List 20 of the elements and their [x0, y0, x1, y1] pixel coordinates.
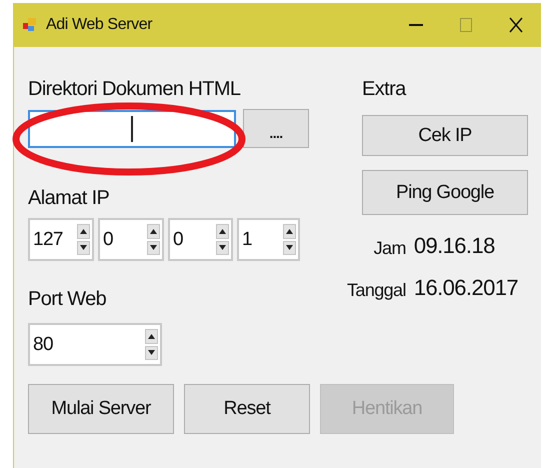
ip-spinner[interactable]: 0: [98, 218, 164, 261]
action-button[interactable]: Ping Google: [362, 170, 528, 215]
field-label: Direktori Dokumen HTML: [28, 77, 242, 101]
date-value: 16.06.2017: [414, 275, 519, 301]
browse-button[interactable]: ....: [243, 109, 309, 148]
field-label: Alamat IP: [28, 186, 110, 210]
field-label: Port Web: [28, 287, 108, 311]
time-label: Jam: [374, 238, 406, 259]
action-button[interactable]: Reset: [184, 384, 310, 434]
app-icon: [22, 17, 38, 33]
port-spinner[interactable]: 80: [28, 323, 162, 366]
ip-spinner[interactable]: 0: [168, 218, 233, 261]
ip-spinner[interactable]: 127: [28, 218, 94, 261]
window-title: Adi Web Server: [46, 16, 152, 34]
action-button[interactable]: Cek IP: [362, 115, 528, 156]
action-button[interactable]: Mulai Server: [28, 384, 174, 434]
section-label: Extra: [362, 77, 408, 101]
date-label: Tanggal: [347, 280, 406, 301]
ip-spinner[interactable]: 1: [237, 218, 300, 261]
time-value: 09.16.18: [414, 233, 496, 259]
